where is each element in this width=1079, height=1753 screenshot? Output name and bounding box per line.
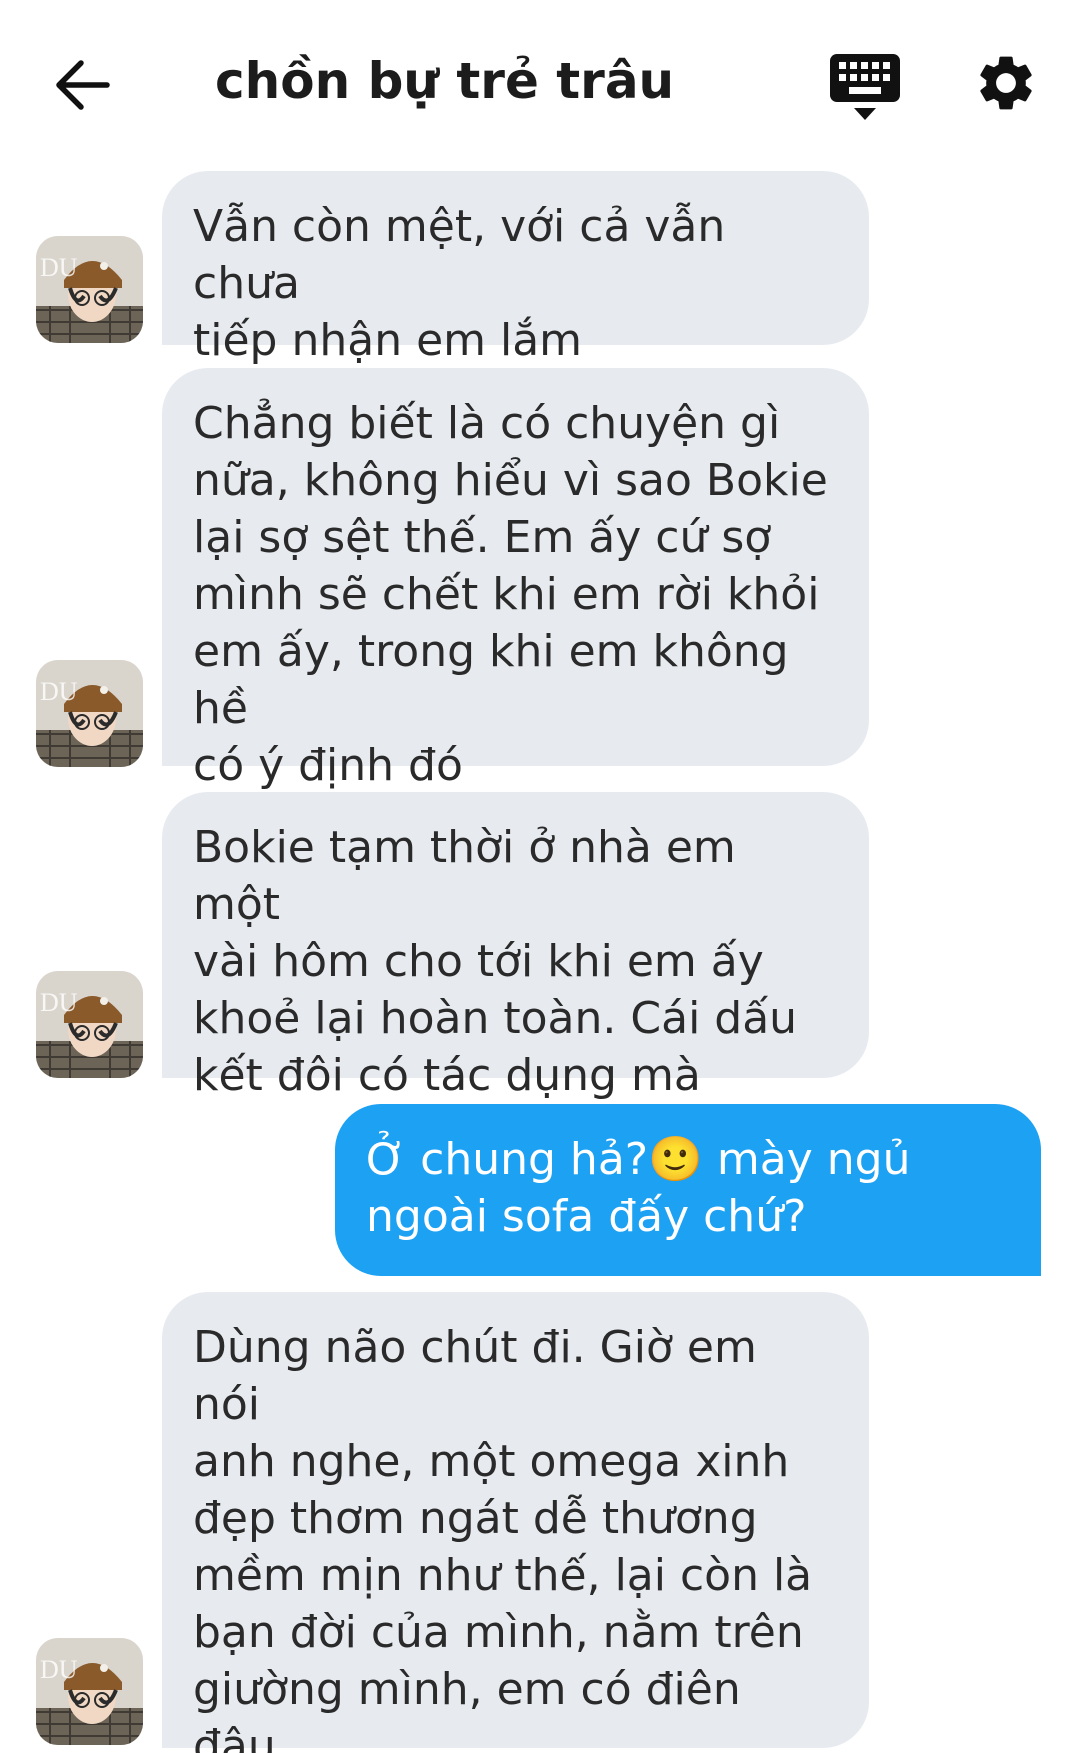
chat-header: chồn bự trẻ trâu — [0, 0, 1079, 160]
incoming-message-bubble[interactable]: Dùng não chút đi. Giờ em nói anh nghe, m… — [162, 1292, 869, 1753]
incoming-message-bubble[interactable]: Bokie tạm thời ở nhà em một vài hôm cho … — [162, 792, 869, 1101]
avatar[interactable]: DU — [36, 1638, 143, 1745]
keyboard-icon — [830, 54, 900, 120]
svg-text:DU: DU — [40, 253, 78, 282]
back-button[interactable] — [48, 50, 118, 120]
incoming-message-bubble[interactable]: Chẳng biết là có chuyện gì nữa, không hi… — [162, 368, 869, 791]
avatar-image: DU — [36, 971, 143, 1078]
avatar-image: DU — [36, 1638, 143, 1745]
settings-button[interactable] — [973, 50, 1039, 116]
avatar-image: DU — [36, 660, 143, 767]
gear-icon — [980, 56, 1032, 110]
outgoing-message-bubble[interactable]: Ở chung hả?🙂 mày ngủ ngoài sofa đấy chứ? — [335, 1104, 1041, 1276]
avatar-image: DU — [36, 236, 143, 343]
avatar[interactable]: DU — [36, 236, 143, 343]
svg-text:DU: DU — [40, 677, 78, 706]
chat-screen: chồn bự trẻ trâu Vẫn còn mệt, với cả vẫn… — [0, 0, 1079, 1753]
svg-text:DU: DU — [40, 988, 78, 1017]
arrow-left-icon — [56, 60, 110, 110]
keyboard-button[interactable] — [825, 50, 905, 122]
avatar[interactable]: DU — [36, 660, 143, 767]
svg-text:DU: DU — [40, 1655, 78, 1684]
avatar[interactable]: DU — [36, 971, 143, 1078]
incoming-message-bubble[interactable]: Vẫn còn mệt, với cả vẫn chưa tiếp nhận e… — [162, 171, 869, 366]
conversation-title: chồn bự trẻ trâu — [215, 52, 675, 110]
